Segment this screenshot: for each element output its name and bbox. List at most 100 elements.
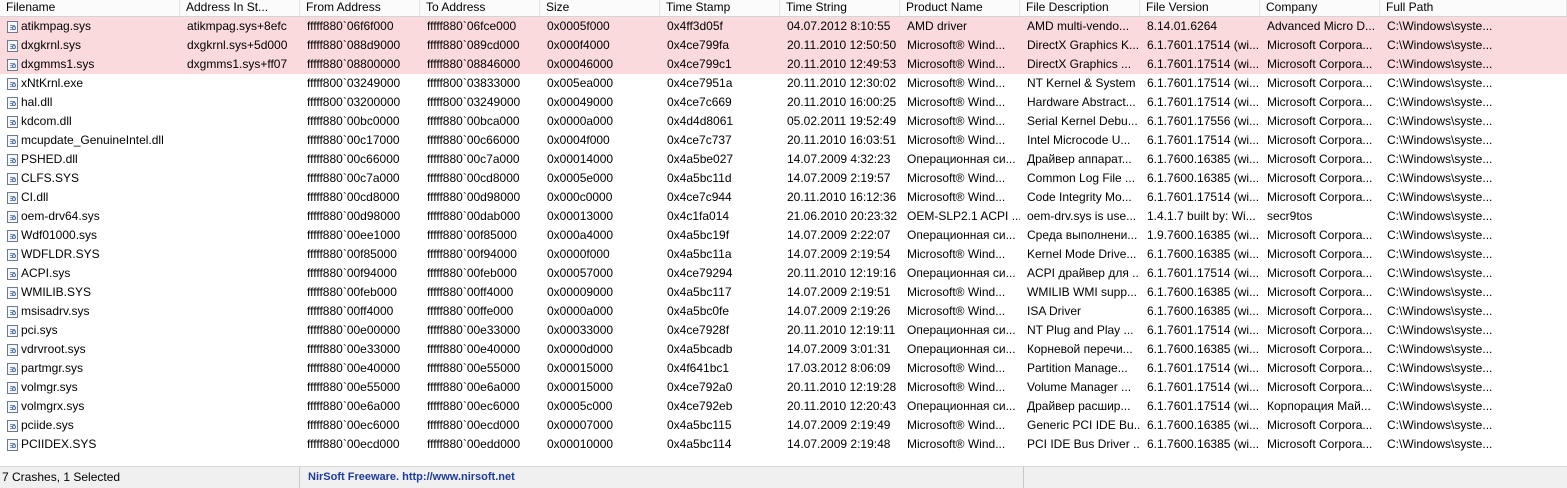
cell-filename: WMILIB.SYS bbox=[0, 283, 180, 302]
cell-product-name: Microsoft® Wind... bbox=[907, 38, 1006, 52]
cell-product-name: Microsoft® Wind... bbox=[907, 304, 1006, 318]
cell-size: 0x0005c000 bbox=[547, 399, 613, 413]
table-row[interactable]: atikmpag.sys atikmpag.sys+8efc fffff880`06… bbox=[0, 17, 1567, 36]
filename-text: ACPI.sys bbox=[21, 266, 71, 280]
table-row[interactable]: PSHED.dll fffff880`00c66000 fffff880`00c7a… bbox=[0, 150, 1567, 169]
cell-time-string: 14.07.2009 2:19:26 bbox=[787, 304, 891, 318]
table-row[interactable]: kdcom.dll fffff880`00bc0000 fffff880`00bca… bbox=[0, 112, 1567, 131]
cell-from-address: fffff880`088d9000 bbox=[307, 38, 401, 52]
nirsoft-link[interactable]: NirSoft Freeware. http://www.nirsoft.net bbox=[300, 467, 1024, 488]
table-row[interactable]: mcupdate_GenuineIntel.dll fffff880`00c170… bbox=[0, 131, 1567, 150]
cell-product-name: Операционная си... bbox=[907, 323, 1016, 337]
cell-size: 0x0004f000 bbox=[547, 133, 610, 147]
cell-full-path: C:\Windows\syste... bbox=[1387, 209, 1493, 223]
column-header-time-string[interactable]: Time String bbox=[780, 0, 900, 16]
table-row[interactable]: CI.dll fffff880`00cd8000 fffff880`00d98000… bbox=[0, 188, 1567, 207]
filename-text: pciide.sys bbox=[21, 418, 74, 432]
status-bar: 7 Crashes, 1 Selected NirSoft Freeware. … bbox=[0, 466, 1567, 488]
cell-to-address: fffff880`06fce000 bbox=[427, 19, 517, 33]
cell-to-address: fffff880`00f85000 bbox=[427, 228, 517, 242]
cell-time-string: 04.07.2012 8:10:55 bbox=[787, 19, 891, 33]
cell-time-stamp: 0x4f641bc1 bbox=[667, 361, 730, 375]
table-row[interactable]: pciide.sys fffff880`00ec6000 fffff880`00ec… bbox=[0, 416, 1567, 435]
cell-filename: partmgr.sys bbox=[0, 359, 180, 378]
column-header-file-description[interactable]: File Description bbox=[1020, 0, 1140, 16]
cell-full-path: C:\Windows\syste... bbox=[1387, 266, 1493, 280]
table-row[interactable]: hal.dll fffff800`03200000 fffff800`0324900… bbox=[0, 93, 1567, 112]
cell-product-name: Microsoft® Wind... bbox=[907, 247, 1006, 261]
table-row[interactable]: pci.sys fffff880`00e00000 fffff880`00e3300… bbox=[0, 321, 1567, 340]
column-header-from-address[interactable]: From Address bbox=[300, 0, 420, 16]
cell-from-address: fffff880`06f6f000 bbox=[307, 19, 394, 33]
column-header-to-address[interactable]: To Address bbox=[420, 0, 540, 16]
filename-text: dxgkrnl.sys bbox=[21, 38, 82, 52]
cell-file-description: PCI IDE Bus Driver ... bbox=[1027, 437, 1140, 451]
column-header-file-version[interactable]: File Version bbox=[1140, 0, 1260, 16]
cell-file-description: Драйвер аппарат... bbox=[1027, 152, 1132, 166]
column-header-filename[interactable]: Filename bbox=[0, 0, 180, 16]
table-row[interactable]: volmgrx.sys fffff880`00e6a000 fffff880`00e… bbox=[0, 397, 1567, 416]
cell-product-name: Microsoft® Wind... bbox=[907, 285, 1006, 299]
cell-from-address: fffff880`00feb000 bbox=[307, 285, 397, 299]
table-row[interactable]: ACPI.sys fffff880`00f94000 fffff880`00feb0… bbox=[0, 264, 1567, 283]
table-row[interactable]: oem-drv64.sys fffff880`00d98000 fffff880`0… bbox=[0, 207, 1567, 226]
table-row[interactable]: vdrvroot.sys fffff880`00e33000 fffff880`00… bbox=[0, 340, 1567, 359]
cell-address-in-stack bbox=[180, 321, 300, 340]
table-row[interactable]: Wdf01000.sys fffff880`00ee1000 fffff880`00… bbox=[0, 226, 1567, 245]
cell-full-path: C:\Windows\syste... bbox=[1387, 114, 1493, 128]
cell-company: Microsoft Corpora... bbox=[1267, 437, 1373, 451]
table-row[interactable]: WDFLDR.SYS fffff880`00f85000 fffff880`00f9… bbox=[0, 245, 1567, 264]
cell-to-address: fffff880`00feb000 bbox=[427, 266, 517, 280]
column-header-time-stamp[interactable]: Time Stamp bbox=[660, 0, 780, 16]
cell-file-version: 6.1.7601.17514 (wi... bbox=[1147, 323, 1260, 337]
cell-company: Advanced Micro D... bbox=[1267, 19, 1376, 33]
cell-product-name: Microsoft® Wind... bbox=[907, 76, 1006, 90]
cell-file-version: 6.1.7601.17556 (wi... bbox=[1147, 114, 1260, 128]
cell-company: Microsoft Corpora... bbox=[1267, 285, 1373, 299]
cell-file-description: oem-drv.sys is use... bbox=[1027, 209, 1137, 223]
table-row[interactable]: volmgr.sys fffff880`00e55000 fffff880`00e6… bbox=[0, 378, 1567, 397]
table-row[interactable]: PCIIDEX.SYS fffff880`00ecd000 fffff880`00e… bbox=[0, 435, 1567, 454]
cell-company: Корпорация Май... bbox=[1267, 399, 1371, 413]
cell-company: Microsoft Corpora... bbox=[1267, 133, 1373, 147]
cell-filename: CI.dll bbox=[0, 188, 180, 207]
module-list-view[interactable]: Filename Address In St... From Address To A… bbox=[0, 0, 1567, 466]
table-row[interactable]: WMILIB.SYS fffff880`00feb000 fffff880`00ff… bbox=[0, 283, 1567, 302]
cell-product-name: Microsoft® Wind... bbox=[907, 361, 1006, 375]
filename-text: atikmpag.sys bbox=[21, 19, 92, 33]
column-header-full-path[interactable]: Full Path bbox=[1380, 0, 1567, 16]
column-header-size[interactable]: Size bbox=[540, 0, 660, 16]
cell-size: 0x00009000 bbox=[547, 285, 614, 299]
filename-text: CI.dll bbox=[21, 190, 49, 204]
cell-time-stamp: 0x4c1fa014 bbox=[667, 209, 730, 223]
cell-filename: PCIIDEX.SYS bbox=[0, 435, 180, 454]
column-header-company[interactable]: Company bbox=[1260, 0, 1380, 16]
cell-file-description: Hardware Abstract... bbox=[1027, 95, 1136, 109]
table-row[interactable]: xNtKrnl.exe fffff800`03249000 fffff800`038… bbox=[0, 74, 1567, 93]
cell-file-version: 6.1.7601.17514 (wi... bbox=[1147, 266, 1260, 280]
cell-to-address: fffff880`00ecd000 bbox=[427, 418, 520, 432]
cell-time-stamp: 0x4a5bc11a bbox=[667, 247, 732, 261]
table-row[interactable]: dxgmms1.sys dxgmms1.sys+ff07 fffff880`0880… bbox=[0, 55, 1567, 74]
cell-filename: mcupdate_GenuineIntel.dll bbox=[0, 131, 180, 150]
cell-time-stamp: 0x4ce792eb bbox=[667, 399, 733, 413]
table-row[interactable]: msisadrv.sys fffff880`00ff4000 fffff880`00… bbox=[0, 302, 1567, 321]
table-row[interactable]: partmgr.sys fffff880`00e40000 fffff880`00e… bbox=[0, 359, 1567, 378]
table-row[interactable]: CLFS.SYS fffff880`00c7a000 fffff880`00cd80… bbox=[0, 169, 1567, 188]
cell-filename: WDFLDR.SYS bbox=[0, 245, 180, 264]
cell-file-version: 6.1.7601.17514 (wi... bbox=[1147, 361, 1260, 375]
driver-file-icon bbox=[7, 134, 18, 147]
table-row[interactable]: dxgkrnl.sys dxgkrnl.sys+5d000 fffff880`088… bbox=[0, 36, 1567, 55]
cell-file-description: DirectX Graphics ... bbox=[1027, 57, 1132, 71]
cell-full-path: C:\Windows\syste... bbox=[1387, 152, 1493, 166]
column-header-address-in-stack[interactable]: Address In St... bbox=[180, 0, 300, 16]
column-header-product-name[interactable]: Product Name bbox=[900, 0, 1020, 16]
cell-company: Microsoft Corpora... bbox=[1267, 266, 1373, 280]
module-rows: atikmpag.sys atikmpag.sys+8efc fffff880`06… bbox=[0, 17, 1567, 454]
cell-time-stamp: 0x4ce792a0 bbox=[667, 380, 733, 394]
cell-file-version: 6.1.7600.16385 (wi... bbox=[1147, 342, 1260, 356]
filename-text: PSHED.dll bbox=[21, 152, 78, 166]
cell-address-in-stack bbox=[180, 169, 300, 188]
cell-size: 0x0005f000 bbox=[547, 19, 610, 33]
cell-file-description: Generic PCI IDE Bu... bbox=[1027, 418, 1140, 432]
